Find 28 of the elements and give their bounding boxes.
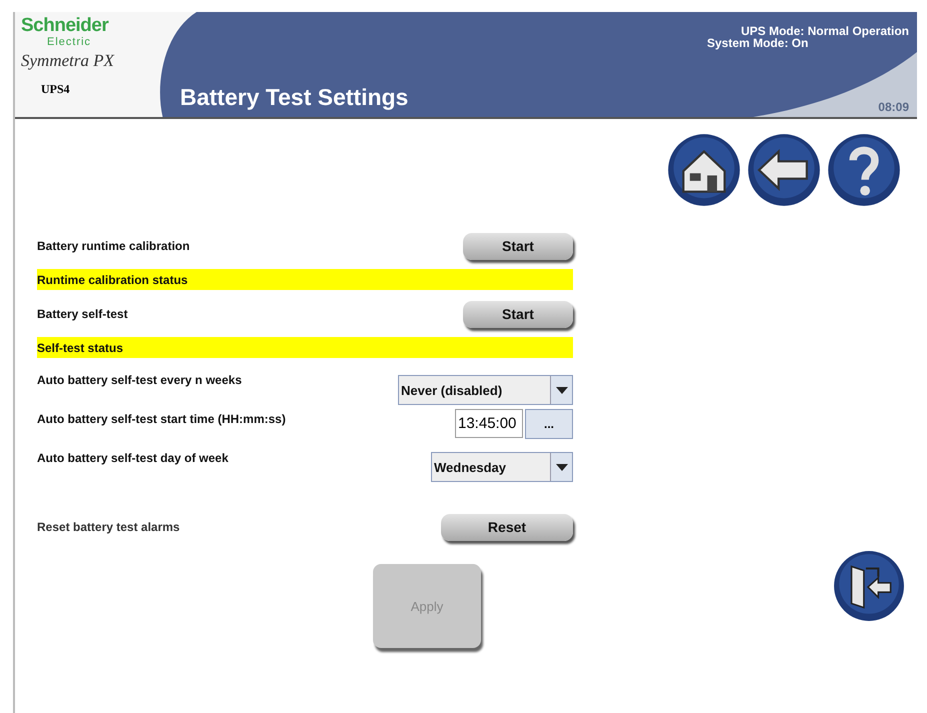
exit-door-icon[interactable] (833, 550, 905, 622)
setting-label: Battery runtime calibration (37, 239, 190, 253)
caret-icon (556, 464, 568, 470)
status-bar: Self-test status (37, 337, 573, 358)
setting-label: Battery self-test (37, 307, 128, 321)
ups-mode: UPS Mode: Normal Operation (740, 25, 909, 37)
brand-subtitle: Electric (46, 36, 92, 48)
status-bar: Runtime calibration status (37, 269, 573, 290)
clock-time: 08:09 (878, 101, 909, 113)
dropdown[interactable]: Wednesday (431, 452, 573, 482)
action-button[interactable]: Start (463, 300, 573, 328)
action-button[interactable]: Reset (441, 514, 573, 540)
dropdown[interactable]: Never (disabled) (398, 375, 573, 405)
product-name: Symmetra PX (21, 51, 116, 71)
unit-name: UPS4 (41, 82, 71, 97)
help-icon[interactable] (826, 132, 902, 208)
time-picker-button[interactable]: ... (525, 409, 573, 439)
caret-icon (556, 386, 568, 394)
action-button[interactable]: Start (463, 232, 573, 260)
setting-label: Auto battery self-test every n weeks (37, 373, 242, 387)
time-field[interactable]: 13:45:00 (455, 409, 523, 438)
setting-label: Reset battery test alarms (37, 520, 180, 534)
setting-label: Auto battery self-test start time (HH:mm:ss) (37, 412, 286, 426)
home-icon[interactable] (666, 132, 742, 208)
brand-name: Schneider (21, 16, 110, 36)
setting-label: Auto battery self-test day of week (37, 451, 228, 465)
system-mode: System Mode: On (706, 37, 808, 49)
page-title: Battery Test Settings (180, 84, 408, 111)
